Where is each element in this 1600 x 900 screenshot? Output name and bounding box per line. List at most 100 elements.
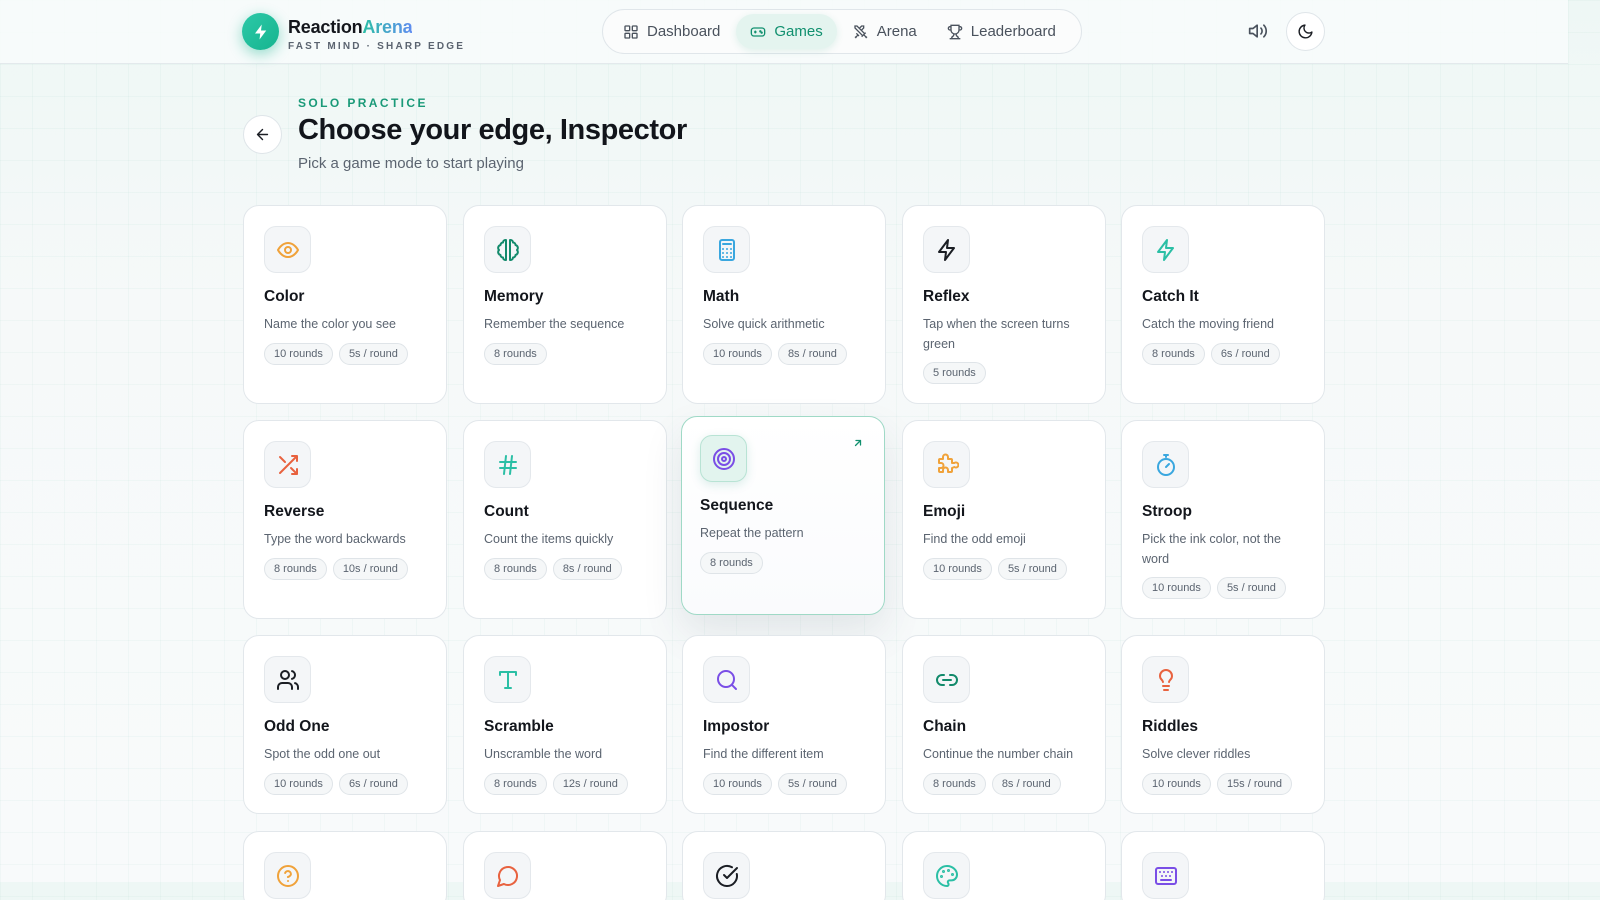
nav-item-games[interactable]: Games xyxy=(736,14,837,49)
game-icon-tile xyxy=(1142,656,1189,703)
game-tag: 8 rounds xyxy=(484,342,547,365)
game-description: Repeat the pattern xyxy=(700,526,804,540)
game-tag: 10s / round xyxy=(332,557,408,580)
game-card-reverse[interactable]: Reverse Type the word backwards 8 rounds 10… xyxy=(243,420,447,619)
game-title: Color xyxy=(264,288,305,305)
game-icon-tile xyxy=(264,656,311,703)
nav-label: Arena xyxy=(876,23,917,40)
section-eyebrow: SOLO PRACTICE xyxy=(298,96,428,110)
game-tag: 10 rounds xyxy=(703,342,772,365)
game-description: Remember the sequence xyxy=(484,317,625,331)
game-tags: 10 rounds 15s / round xyxy=(1142,772,1304,795)
nav-item-arena[interactable]: Arena xyxy=(839,14,931,49)
message-circle-icon xyxy=(496,865,518,887)
game-card-color[interactable]: Color Name the color you see 10 rounds 5s /… xyxy=(243,205,447,404)
game-description: Continue the number chain xyxy=(923,747,1074,761)
game-icon-tile xyxy=(703,852,750,899)
game-tag: 8 rounds xyxy=(700,551,763,574)
game-tag: 5s / round xyxy=(777,772,847,795)
game-tags: 8 rounds xyxy=(700,551,864,574)
game-icon-tile xyxy=(703,226,750,273)
game-description: Spot the odd one out xyxy=(264,747,381,761)
game-card-math[interactable]: Math Solve quick arithmetic 10 rounds 8s / … xyxy=(682,205,886,404)
game-icon-tile xyxy=(264,226,311,273)
games-grid: Color Name the color you see 10 rounds 5s /… xyxy=(243,205,1325,900)
game-tags: 10 rounds 5s / round xyxy=(923,557,1085,580)
game-card-catch-it[interactable]: Catch It Catch the moving friend 8 rounds 6… xyxy=(1121,205,1325,404)
game-tags: 10 rounds 6s / round xyxy=(264,772,426,795)
game-icon-tile xyxy=(923,852,970,899)
game-tags: 8 rounds 12s / round xyxy=(484,772,646,795)
game-icon-tile xyxy=(484,441,531,488)
trophy-icon xyxy=(947,24,963,39)
game-title: Catch It xyxy=(1142,288,1199,305)
game-title: Odd One xyxy=(264,718,330,735)
game-title: Chain xyxy=(923,718,967,735)
game-tag: 8 rounds xyxy=(484,772,547,795)
game-icon-tile xyxy=(923,226,970,273)
help-circle-icon xyxy=(276,864,299,887)
sound-toggle-button[interactable] xyxy=(1240,13,1276,49)
game-tag: 8s / round xyxy=(777,342,847,365)
game-icon-tile xyxy=(700,435,747,482)
game-card-locked-15[interactable] xyxy=(243,831,447,900)
game-description: Solve clever riddles xyxy=(1142,747,1251,761)
game-tags: 10 rounds 5s / round xyxy=(1142,577,1304,599)
game-description: Type the word backwards xyxy=(264,532,406,546)
game-tags: 8 rounds xyxy=(484,342,646,365)
game-icon-tile xyxy=(484,226,531,273)
game-card-reflex[interactable]: Reflex Tap when the screen turns green 5 r… xyxy=(902,205,1106,404)
game-card-stroop[interactable]: Stroop Pick the ink color, not the word 10… xyxy=(1121,420,1325,619)
game-tag: 10 rounds xyxy=(264,342,333,365)
type-icon xyxy=(498,670,517,689)
target-icon xyxy=(712,447,735,470)
game-card-impostor[interactable]: Impostor Find the different item 10 rounds… xyxy=(682,635,886,814)
timer-icon xyxy=(1156,453,1175,476)
game-tag: 8 rounds xyxy=(484,557,547,580)
game-title: Reverse xyxy=(264,503,325,520)
game-card-locked-16[interactable] xyxy=(463,831,667,900)
eye-icon xyxy=(276,241,299,258)
grid-icon xyxy=(624,24,638,39)
lightbulb-icon xyxy=(1158,668,1173,691)
brand-name[interactable]: ReactionArena xyxy=(288,17,413,38)
game-title: Memory xyxy=(484,288,544,305)
game-card-memory[interactable]: Memory Remember the sequence 8 rounds xyxy=(463,205,667,404)
game-tag: 10 rounds xyxy=(703,772,772,795)
game-tag: 5s / round xyxy=(1216,577,1286,599)
nav-item-leaderboard[interactable]: Leaderboard xyxy=(933,14,1070,49)
game-tag: 5s / round xyxy=(338,342,408,365)
game-title: Impostor xyxy=(703,718,770,735)
puzzle-icon xyxy=(937,453,959,473)
game-description: Find the odd emoji xyxy=(923,532,1026,546)
game-card-riddles[interactable]: Riddles Solve clever riddles 10 rounds 15s … xyxy=(1121,635,1325,814)
game-description: Name the color you see xyxy=(264,317,397,331)
game-tag: 8 rounds xyxy=(1142,342,1205,365)
link-icon xyxy=(935,673,958,686)
game-card-count[interactable]: Count Count the items quickly 8 rounds 8s /… xyxy=(463,420,667,619)
nav-item-dashboard[interactable]: Dashboard xyxy=(609,14,734,49)
game-icon-tile xyxy=(484,656,531,703)
game-tags: 8 rounds 10s / round xyxy=(264,557,426,580)
game-card-locked-19[interactable] xyxy=(1121,831,1325,900)
game-title: Scramble xyxy=(484,718,554,735)
game-icon-tile xyxy=(1142,852,1189,899)
game-card-emoji[interactable]: Emoji Find the odd emoji 10 rounds 5s / rou… xyxy=(902,420,1106,619)
game-card-locked-17[interactable] xyxy=(682,831,886,900)
game-card-scramble[interactable]: Scramble Unscramble the word 8 rounds 12s /… xyxy=(463,635,667,814)
game-description: Solve quick arithmetic xyxy=(703,317,825,331)
game-card-chain[interactable]: Chain Continue the number chain 8 rounds 8s… xyxy=(902,635,1106,814)
moon-icon xyxy=(1298,24,1313,39)
game-card-sequence[interactable]: Sequence Repeat the pattern 8 rounds xyxy=(681,416,885,615)
game-tags: 10 rounds 5s / round xyxy=(264,342,426,365)
game-card-locked-18[interactable] xyxy=(902,831,1106,900)
game-tags: 5 rounds xyxy=(923,362,1085,384)
game-card-odd-one[interactable]: Odd One Spot the odd one out 10 rounds 6s /… xyxy=(243,635,447,814)
game-tags: 8 rounds 8s / round xyxy=(484,557,646,580)
game-title: Sequence xyxy=(700,497,774,514)
game-description: Unscramble the word xyxy=(484,747,603,761)
game-icon-tile xyxy=(923,441,970,488)
back-button[interactable] xyxy=(243,115,282,154)
logo-bolt-icon[interactable] xyxy=(242,13,279,50)
theme-toggle-button[interactable] xyxy=(1286,12,1325,51)
